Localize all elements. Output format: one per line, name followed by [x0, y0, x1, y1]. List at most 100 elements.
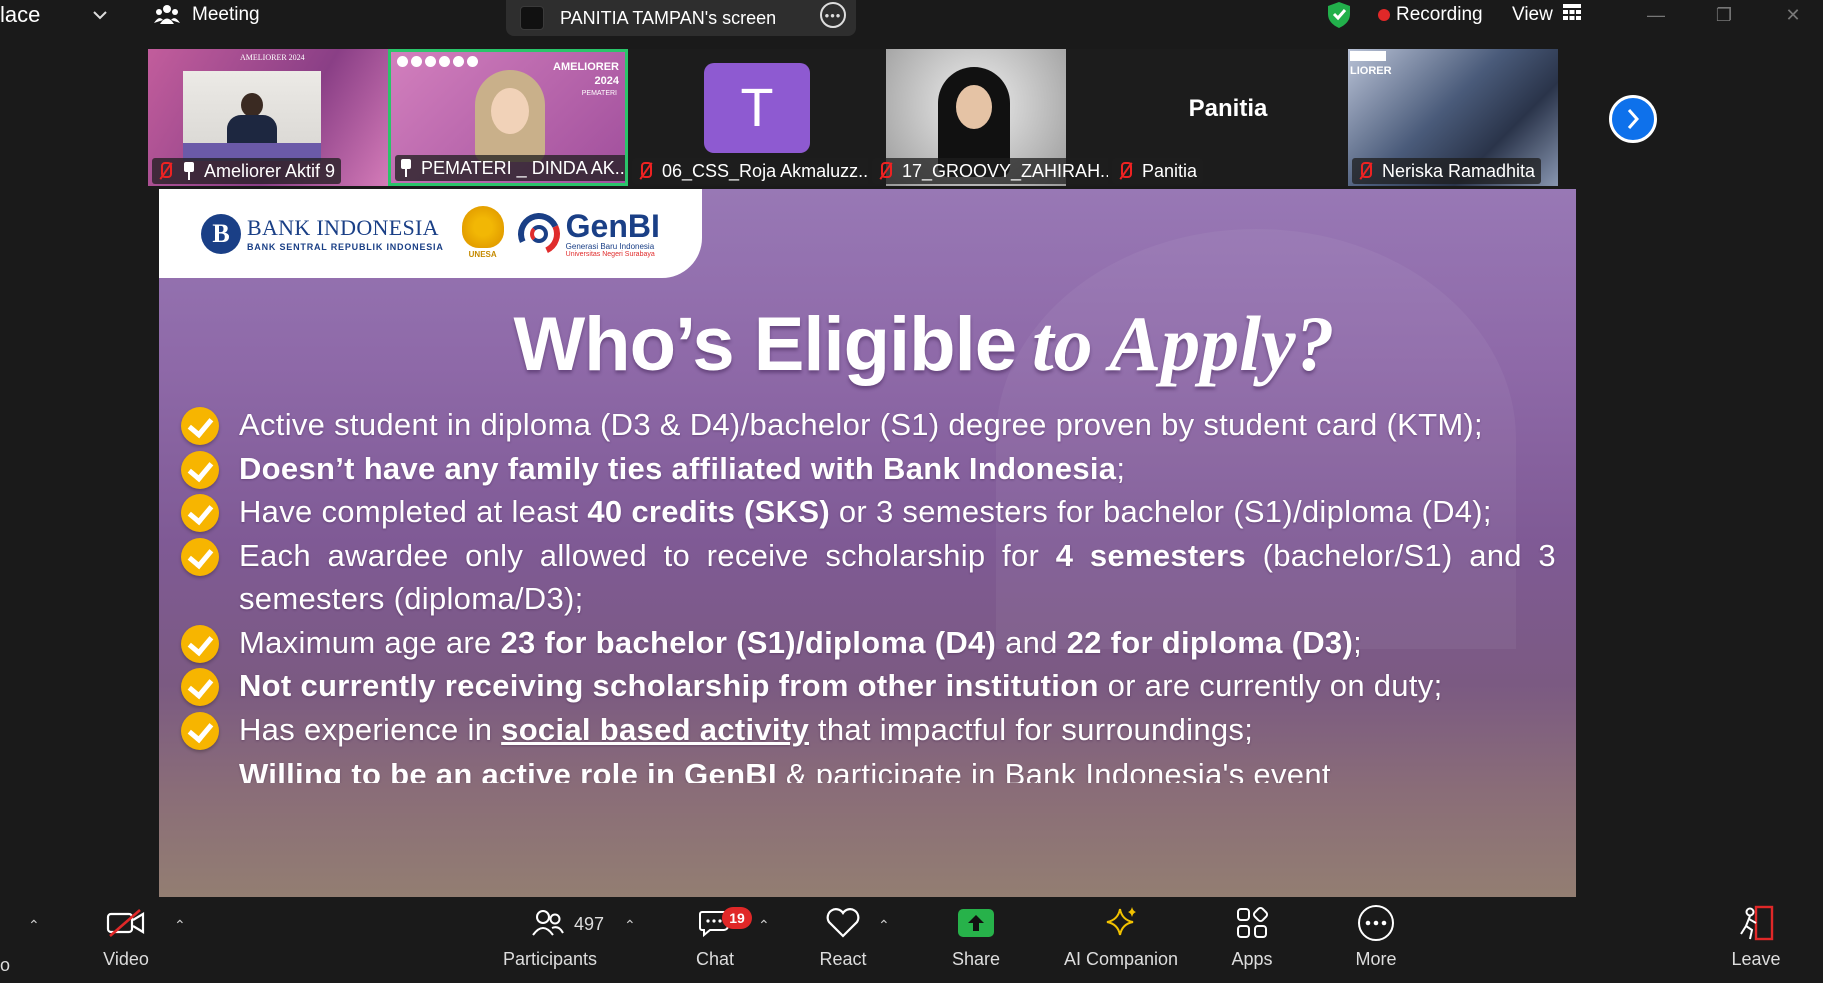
video-off-icon	[106, 897, 146, 949]
more-options-icon[interactable]: •••	[820, 2, 846, 28]
participants-caret-icon[interactable]: ⌃	[624, 917, 636, 934]
apps-button[interactable]: Apps	[1228, 897, 1276, 983]
tile-banner-text: AMELIORER 2024	[240, 53, 305, 62]
apps-icon	[1235, 897, 1269, 949]
participant-name: Ameliorer Aktif 9	[204, 160, 336, 181]
genbi-logo-icon	[511, 206, 566, 261]
tile-banner-subtext: PEMATERI	[581, 90, 617, 97]
genbi-logo: GenBI Generasi Baru Indonesia Universita…	[566, 210, 660, 258]
view-button[interactable]: View	[1512, 0, 1581, 30]
shared-screen-slide: B BANK INDONESIA BANK SENTRAL REPUBLIK I…	[159, 189, 1576, 897]
top-bar: lace Meeting PANITIA TAMPAN's screen •••…	[0, 0, 1823, 46]
list-item: Maximum age are 23 for bachelor (S1)/dip…	[181, 621, 1556, 665]
recording-label: Recording	[1396, 4, 1483, 25]
list-item: Each awardee only allowed to receive sch…	[181, 534, 1556, 621]
participant-name-tag: PEMATERI _ DINDA AK...	[395, 155, 628, 181]
ai-companion-button[interactable]: AI Companion	[1060, 897, 1182, 983]
chat-unread-badge: 19	[722, 907, 752, 929]
list-item: Have completed at least 40 credits (SKS)…	[181, 490, 1556, 534]
react-caret-icon[interactable]: ⌃	[878, 917, 890, 934]
participants-label: Participants	[502, 949, 598, 969]
more-button[interactable]: More	[1350, 897, 1402, 983]
leave-label: Leave	[1731, 949, 1781, 969]
chevron-down-icon[interactable]	[92, 0, 108, 30]
slide-title: Who’s Eligible to Apply?	[374, 299, 1474, 389]
minimize-icon[interactable]: —	[1626, 0, 1686, 30]
check-icon	[181, 711, 219, 750]
participant-tile[interactable]: Panitia Panitia	[1108, 49, 1348, 186]
meeting-label: Meeting	[192, 4, 260, 25]
video-button[interactable]: Video	[98, 897, 154, 983]
restore-icon[interactable]: ❐	[1694, 0, 1754, 30]
participant-name-tag: Ameliorer Aktif 9	[152, 158, 342, 184]
participant-name: Panitia	[1142, 160, 1198, 181]
participant-tile[interactable]: T 06_CSS_Roja Akmaluzz...	[628, 49, 868, 186]
chat-label: Chat	[695, 949, 735, 969]
tile-banner-text: AMELIORER 2024	[553, 61, 619, 87]
mic-muted-icon	[636, 160, 654, 182]
logo-card: B BANK INDONESIA BANK SENTRAL REPUBLIK I…	[159, 189, 702, 278]
zoom-meeting-window: lace Meeting PANITIA TAMPAN's screen •••…	[0, 0, 1823, 983]
screen-share-indicator[interactable]: PANITIA TAMPAN's screen •••	[506, 0, 856, 36]
chat-caret-icon[interactable]: ⌃	[758, 917, 770, 934]
sparkle-icon	[1103, 897, 1139, 949]
pin-icon	[399, 158, 413, 178]
audio-caret-icon[interactable]: ⌃	[28, 917, 40, 934]
video-feed	[471, 70, 551, 162]
leave-button[interactable]: Leave	[1730, 897, 1782, 983]
bank-indonesia-logo: BANK INDONESIA BANK SENTRAL REPUBLIK IND…	[247, 215, 444, 252]
video-label: Video	[103, 949, 149, 969]
screen-share-label: PANITIA TAMPAN's screen	[560, 7, 777, 28]
recording-indicator[interactable]: Recording	[1378, 0, 1483, 30]
recording-dot-icon	[1378, 9, 1390, 21]
participant-name: Neriska Ramadhita	[1382, 160, 1536, 181]
check-icon	[181, 407, 219, 445]
video-caret-icon[interactable]: ⌃	[174, 917, 186, 934]
react-button[interactable]: React	[818, 897, 868, 983]
share-screen-button[interactable]: Share	[950, 897, 1002, 983]
check-icon	[181, 450, 219, 489]
participant-tile[interactable]: LIORER Neriska Ramadhita	[1348, 49, 1558, 186]
participant-name-tag: 06_CSS_Roja Akmaluzz...	[632, 158, 868, 184]
list-item: Active student in diploma (D3 & D4)/bach…	[181, 403, 1556, 447]
ai-companion-label: AI Companion	[1063, 949, 1179, 969]
list-item-partially-visible: Willing to be an active role in GenBI & …	[239, 757, 1331, 783]
mic-muted-icon	[1116, 160, 1134, 182]
slide-title-main: Who’s Eligible	[513, 302, 1017, 387]
close-icon[interactable]: ✕	[1763, 0, 1823, 30]
video-feed	[183, 71, 321, 161]
mic-muted-icon	[876, 160, 894, 182]
list-item: Doesn’t have any family ties affiliated …	[181, 447, 1556, 491]
mic-muted-icon	[156, 160, 174, 182]
leave-icon	[1736, 897, 1776, 949]
genbi-name: GenBI	[565, 207, 660, 244]
unesa-crest-icon	[461, 205, 504, 248]
react-label: React	[819, 949, 867, 969]
more-icon	[1357, 897, 1395, 949]
apps-label: Apps	[1231, 949, 1273, 969]
more-label: More	[1355, 949, 1397, 969]
meeting-toolbar: o ⌃ Video ⌃ Participants 497 ⌃ Chat 19 ⌃	[0, 897, 1823, 983]
mic-muted-icon	[1356, 160, 1374, 182]
participant-name-tag: 17_GROOVY_ZAHIRAH...	[872, 158, 1108, 184]
participants-count: 497	[574, 914, 605, 934]
avatar: T	[704, 63, 810, 153]
chevron-right-icon	[1627, 109, 1640, 129]
participant-name: 17_GROOVY_ZAHIRAH...	[902, 160, 1108, 181]
logo-row	[1350, 51, 1386, 61]
check-icon	[181, 494, 219, 532]
participant-tile[interactable]: AMELIORER 2024 Ameliorer Aktif 9	[148, 49, 388, 186]
pin-icon	[182, 161, 196, 181]
view-label: View	[1512, 4, 1553, 25]
check-icon	[181, 668, 219, 706]
bank-indonesia-name: BANK INDONESIA	[247, 215, 439, 240]
security-shield-icon[interactable]	[1326, 0, 1352, 30]
check-icon	[181, 624, 219, 663]
next-participants-button[interactable]	[1609, 95, 1657, 143]
participants-button[interactable]: Participants	[500, 897, 600, 983]
participant-name: PEMATERI _ DINDA AK...	[421, 157, 628, 178]
participant-tile[interactable]: 17_GROOVY_ZAHIRAH...	[868, 49, 1108, 186]
meeting-button[interactable]: Meeting	[154, 0, 260, 30]
participant-tile-active-speaker[interactable]: AMELIORER 2024 PEMATERI PEMATERI _ DINDA…	[388, 49, 628, 186]
app-name-fragment: lace	[0, 2, 41, 27]
